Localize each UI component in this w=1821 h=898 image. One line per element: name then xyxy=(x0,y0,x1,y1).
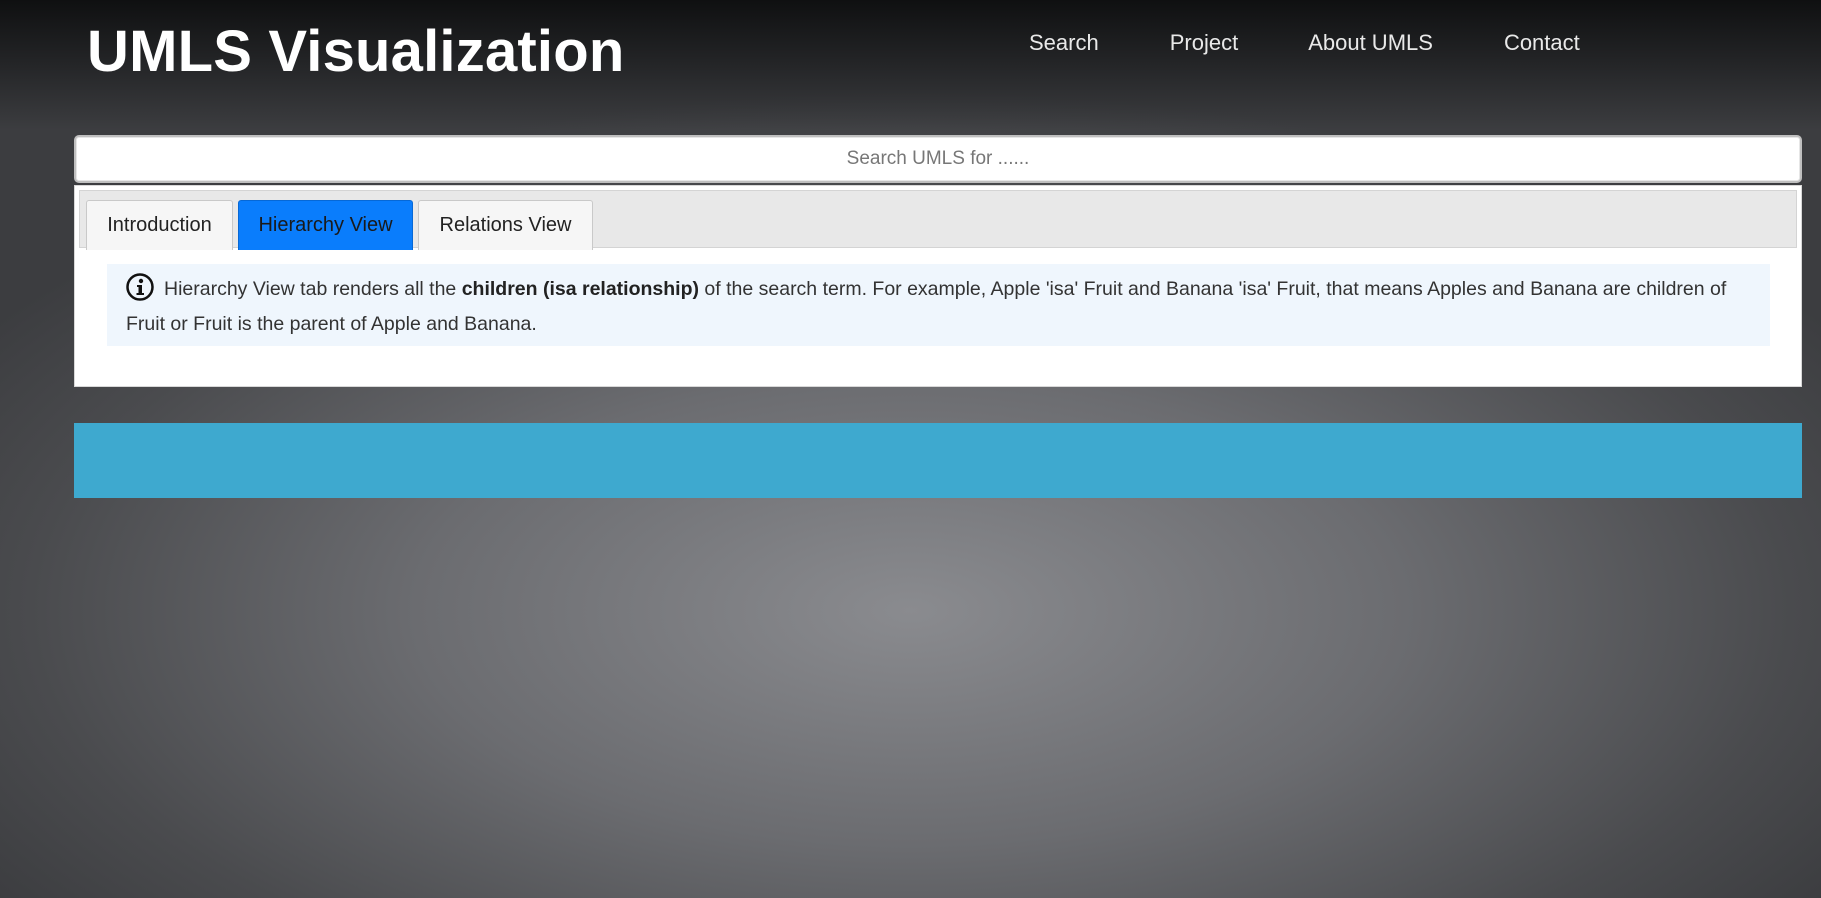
tab-relations-view[interactable]: Relations View xyxy=(418,200,593,250)
nav-link-contact[interactable]: Contact xyxy=(1504,28,1580,58)
tab-hierarchy-view[interactable]: Hierarchy View xyxy=(238,200,413,250)
nav-link-search[interactable]: Search xyxy=(1029,28,1099,58)
nav-link-project[interactable]: Project xyxy=(1170,28,1238,58)
search-input[interactable] xyxy=(76,137,1800,181)
top-navbar: UMLS Visualization Search Project About … xyxy=(0,0,1821,130)
info-text-lead: Hierarchy View tab renders all the xyxy=(164,278,462,300)
search-box xyxy=(74,135,1802,183)
info-text-bold: children (isa relationship) xyxy=(461,278,699,300)
main-nav: Search Project About UMLS Contact xyxy=(1029,28,1580,58)
nav-link-about-umls[interactable]: About UMLS xyxy=(1308,28,1433,58)
tab-bar: Introduction Hierarchy View Relations Vi… xyxy=(79,190,1797,250)
site-title[interactable]: UMLS Visualization xyxy=(87,17,625,87)
tab-introduction[interactable]: Introduction xyxy=(86,200,233,250)
visualization-banner xyxy=(74,423,1802,498)
info-circle-icon xyxy=(126,273,154,301)
content-panel: Introduction Hierarchy View Relations Vi… xyxy=(74,185,1802,387)
info-callout: Hierarchy View tab renders all the child… xyxy=(107,264,1770,346)
